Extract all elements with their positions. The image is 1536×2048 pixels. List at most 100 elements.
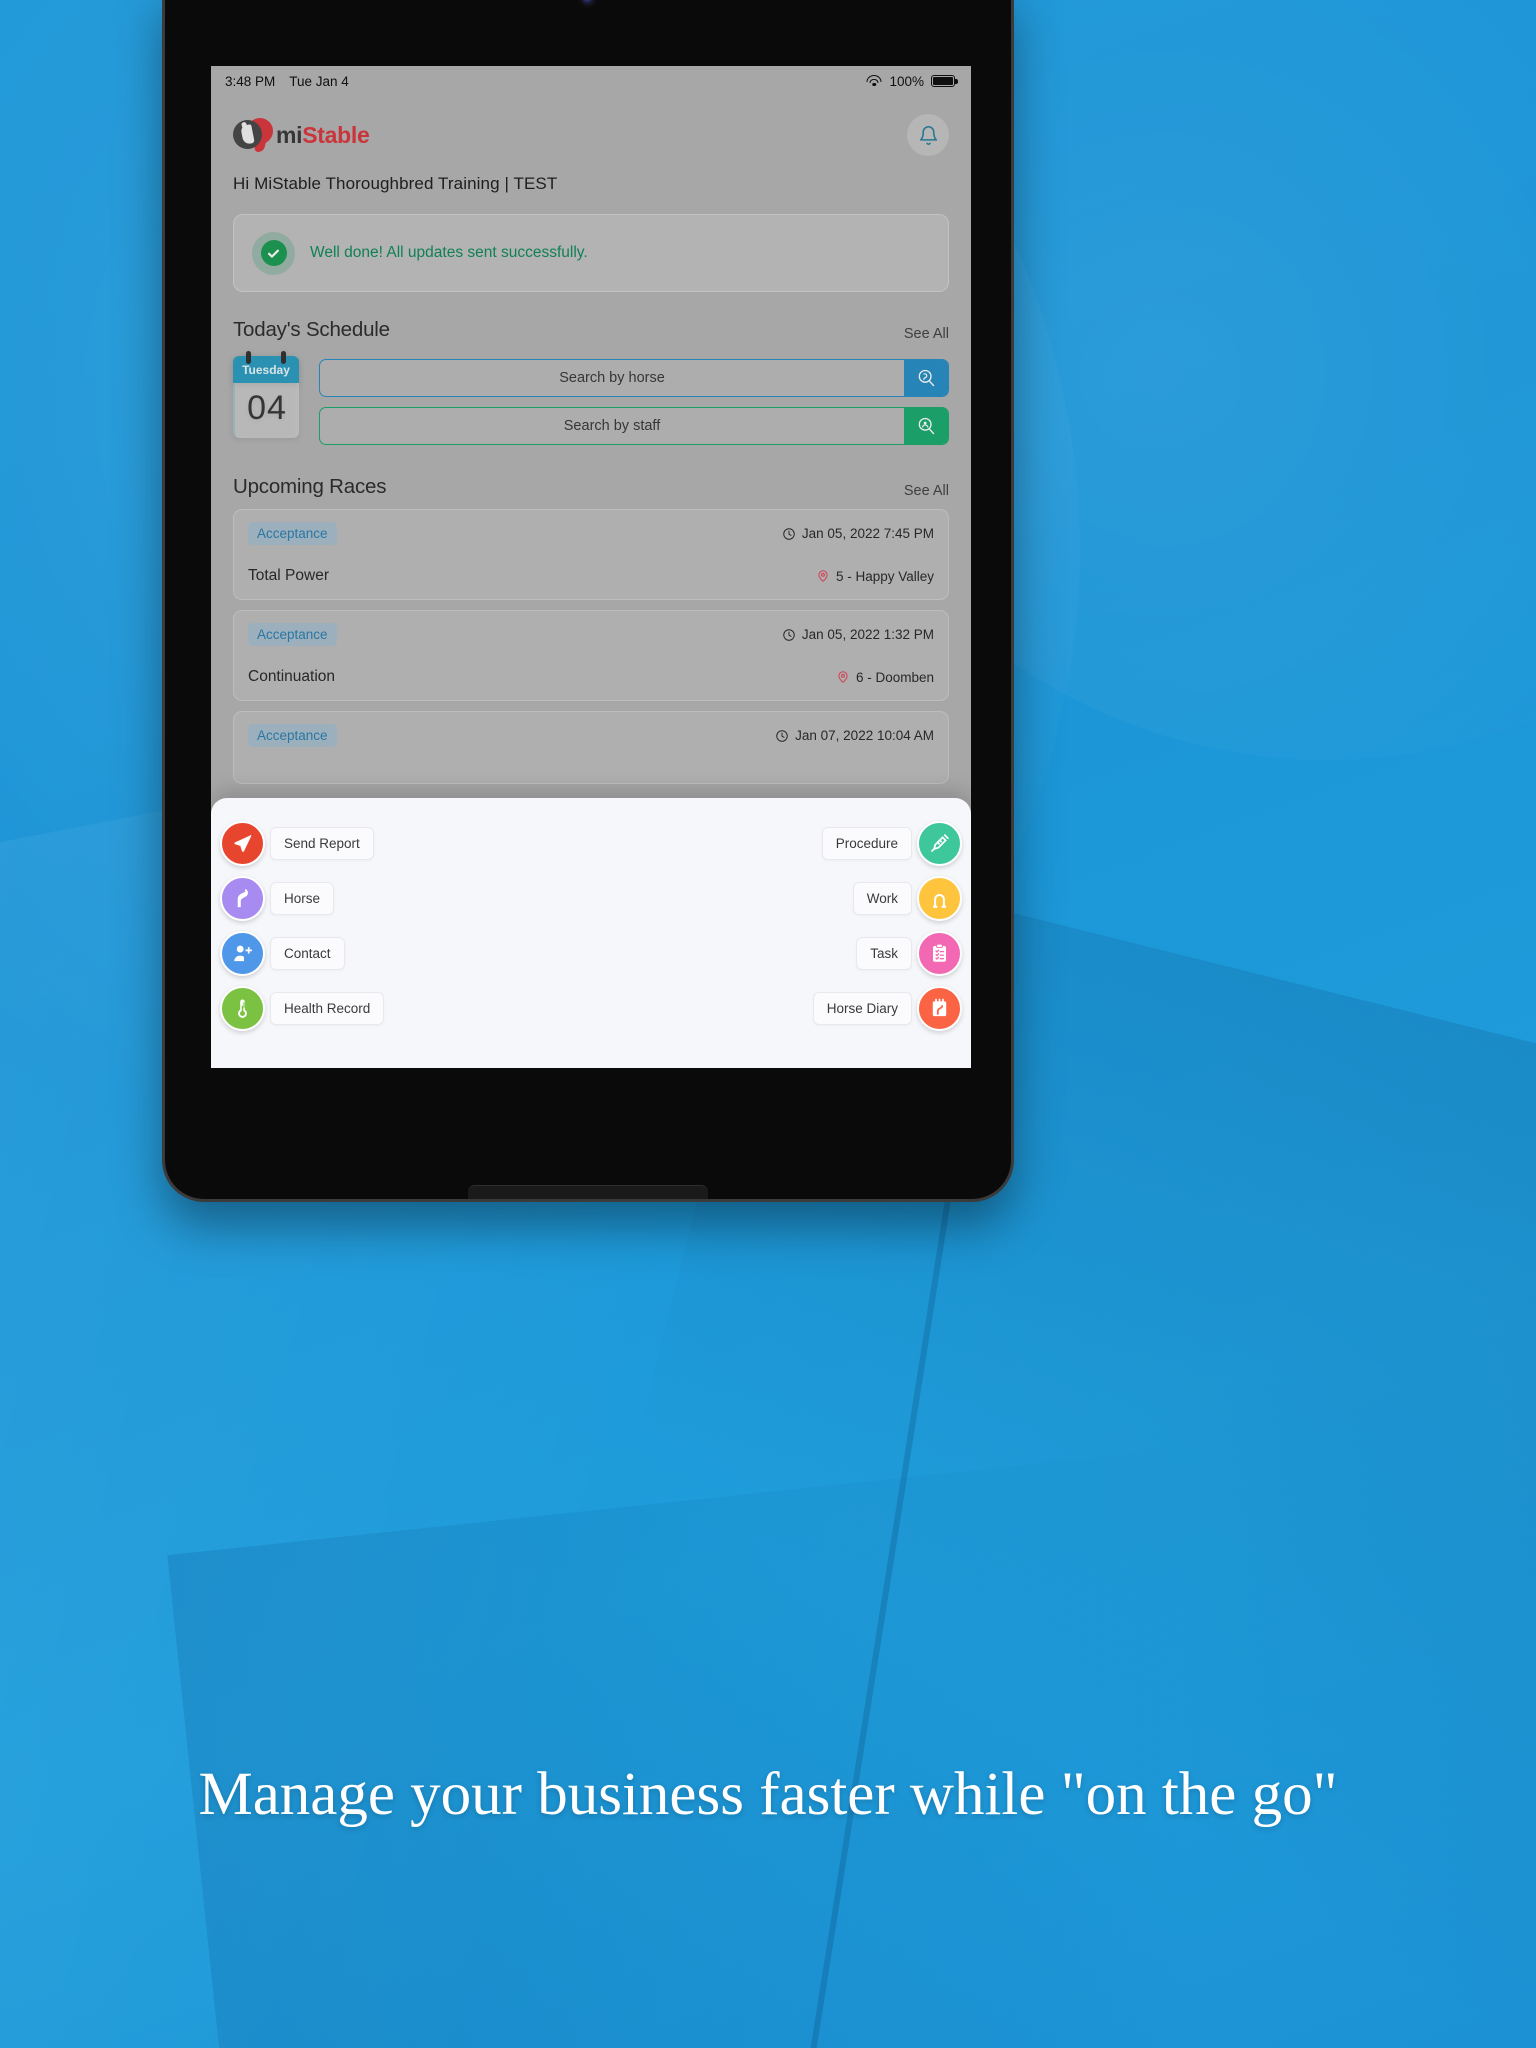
procedure-label[interactable]: Procedure bbox=[821, 827, 912, 860]
app-screen: 3:48 PM Tue Jan 4 100% miStable Hi MiSta… bbox=[211, 66, 971, 1068]
action-row: Health Record Horse Diary bbox=[211, 981, 971, 1036]
horse-diary-label[interactable]: Horse Diary bbox=[812, 992, 912, 1025]
action-row: Horse Work bbox=[211, 871, 971, 926]
battery-percent-label: 100% bbox=[889, 73, 924, 89]
status-bar: 3:48 PM Tue Jan 4 100% bbox=[211, 66, 971, 96]
races-section-header: Upcoming Races See All bbox=[211, 475, 971, 499]
clock-icon bbox=[783, 527, 795, 540]
bg-decor-f bbox=[167, 1408, 1536, 2048]
work-button[interactable] bbox=[917, 876, 962, 921]
alert-message: Well done! All updates sent successfully… bbox=[310, 244, 588, 261]
promo-caption: Manage your business faster while "on th… bbox=[198, 1761, 1338, 1828]
contact-button[interactable] bbox=[220, 931, 265, 976]
send-report-button[interactable] bbox=[220, 821, 265, 866]
schedule-see-all-link[interactable]: See All bbox=[904, 326, 949, 342]
search-by-staff-button[interactable] bbox=[904, 408, 948, 444]
bg-decor-e bbox=[809, 1165, 957, 2048]
action-row: Contact Task bbox=[211, 926, 971, 981]
table-row[interactable]: Acceptance Jan 05, 2022 7:45 PM Total Po… bbox=[233, 509, 949, 600]
device-bottom-tab bbox=[468, 1185, 708, 1199]
clock-icon bbox=[776, 729, 788, 742]
search-by-staff-field[interactable]: Search by staff bbox=[319, 407, 949, 445]
race-datetime: Jan 05, 2022 1:32 PM bbox=[782, 627, 934, 642]
horse-diary-action[interactable]: Horse Diary bbox=[812, 986, 962, 1031]
upcoming-races-list: Acceptance Jan 05, 2022 7:45 PM Total Po… bbox=[211, 499, 971, 784]
clock-icon bbox=[783, 628, 795, 641]
horse-action[interactable]: Horse bbox=[220, 876, 335, 921]
procedure-button[interactable] bbox=[917, 821, 962, 866]
search-by-horse-field[interactable]: Search by horse bbox=[319, 359, 949, 397]
race-datetime: Jan 05, 2022 7:45 PM bbox=[782, 526, 934, 541]
contact-action[interactable]: Contact bbox=[220, 931, 345, 976]
status-time: 3:48 PM bbox=[225, 73, 276, 89]
health-record-label[interactable]: Health Record bbox=[270, 992, 385, 1025]
logo-text-mi: mi bbox=[276, 121, 303, 148]
greeting-text: Hi MiStable Thoroughbred Training | TEST bbox=[233, 174, 558, 193]
races-see-all-link[interactable]: See All bbox=[904, 483, 949, 499]
app-header: miStable bbox=[211, 96, 971, 156]
logo-text-stable: Stable bbox=[302, 121, 370, 148]
health-record-action[interactable]: Health Record bbox=[220, 986, 385, 1031]
schedule-section-header: Today's Schedule See All bbox=[211, 318, 971, 342]
races-title: Upcoming Races bbox=[233, 475, 387, 498]
race-horse-name: Total Power bbox=[248, 567, 329, 584]
status-date: Tue Jan 4 bbox=[289, 73, 349, 89]
horse-label[interactable]: Horse bbox=[270, 882, 335, 915]
horse-button[interactable] bbox=[220, 876, 265, 921]
front-camera-icon bbox=[581, 0, 595, 5]
search-by-staff-placeholder: Search by staff bbox=[563, 418, 661, 434]
check-circle-icon bbox=[260, 240, 287, 266]
status-badge: Acceptance bbox=[248, 623, 337, 646]
quick-actions-sheet: Send Report Procedure Horse Work Contact… bbox=[211, 798, 971, 1068]
status-badge: Acceptance bbox=[248, 522, 337, 545]
contact-label[interactable]: Contact bbox=[270, 937, 345, 970]
race-venue: 6 - Doomben bbox=[836, 670, 934, 685]
horseshoe-icon bbox=[932, 894, 947, 908]
clipboard-list-icon bbox=[932, 943, 947, 962]
staff-search-icon bbox=[918, 417, 935, 435]
send-report-action[interactable]: Send Report bbox=[220, 821, 374, 866]
work-label[interactable]: Work bbox=[852, 882, 912, 915]
table-row[interactable]: Acceptance Jan 07, 2022 10:04 AM bbox=[233, 711, 949, 784]
calendar-day-number: 04 bbox=[233, 383, 299, 438]
table-row[interactable]: Acceptance Jan 05, 2022 1:32 PM Continua… bbox=[233, 610, 949, 701]
procedure-action[interactable]: Procedure bbox=[821, 821, 962, 866]
horse-bubble-logo-icon bbox=[233, 118, 273, 152]
send-report-label[interactable]: Send Report bbox=[270, 827, 374, 860]
race-horse-name: Continuation bbox=[248, 668, 336, 685]
alert-icon-halo bbox=[252, 231, 295, 275]
wifi-icon bbox=[866, 75, 882, 87]
send-paper-plane-icon bbox=[234, 835, 252, 852]
health-record-button[interactable] bbox=[220, 986, 265, 1031]
horse-head-icon bbox=[237, 889, 248, 908]
thermometer-icon bbox=[238, 999, 247, 1018]
task-label[interactable]: Task bbox=[856, 937, 912, 970]
location-pin-icon bbox=[838, 671, 848, 683]
horse-notebook-icon bbox=[932, 998, 947, 1017]
bell-icon bbox=[919, 125, 937, 145]
work-action[interactable]: Work bbox=[852, 876, 962, 921]
race-datetime: Jan 07, 2022 10:04 AM bbox=[775, 728, 934, 743]
race-venue: 5 - Happy Valley bbox=[816, 569, 934, 584]
success-alert: Well done! All updates sent successfully… bbox=[233, 214, 949, 292]
task-button[interactable] bbox=[917, 931, 962, 976]
status-badge: Acceptance bbox=[248, 724, 337, 747]
battery-full-icon bbox=[931, 75, 958, 87]
search-by-horse-button[interactable] bbox=[904, 360, 948, 396]
calendar-widget: Tuesday 04 bbox=[233, 351, 299, 438]
schedule-title: Today's Schedule bbox=[233, 318, 390, 341]
promo-background: 3:48 PM Tue Jan 4 100% miStable Hi MiSta… bbox=[0, 0, 1536, 2048]
tablet-device-frame: 3:48 PM Tue Jan 4 100% miStable Hi MiSta… bbox=[162, 0, 1014, 1202]
schedule-row: Tuesday 04 Search by horse Search by sta… bbox=[211, 342, 971, 445]
mistable-logo: miStable bbox=[233, 118, 370, 152]
horse-diary-button[interactable] bbox=[917, 986, 962, 1031]
action-row: Send Report Procedure bbox=[211, 816, 971, 871]
horse-search-icon bbox=[918, 369, 935, 387]
location-pin-icon bbox=[818, 570, 828, 582]
syringe-icon bbox=[931, 834, 949, 852]
search-by-horse-placeholder: Search by horse bbox=[559, 370, 665, 386]
calendar-rings-icon bbox=[233, 351, 299, 364]
notifications-button[interactable] bbox=[907, 114, 949, 156]
task-action[interactable]: Task bbox=[856, 931, 962, 976]
add-person-icon bbox=[234, 945, 252, 962]
